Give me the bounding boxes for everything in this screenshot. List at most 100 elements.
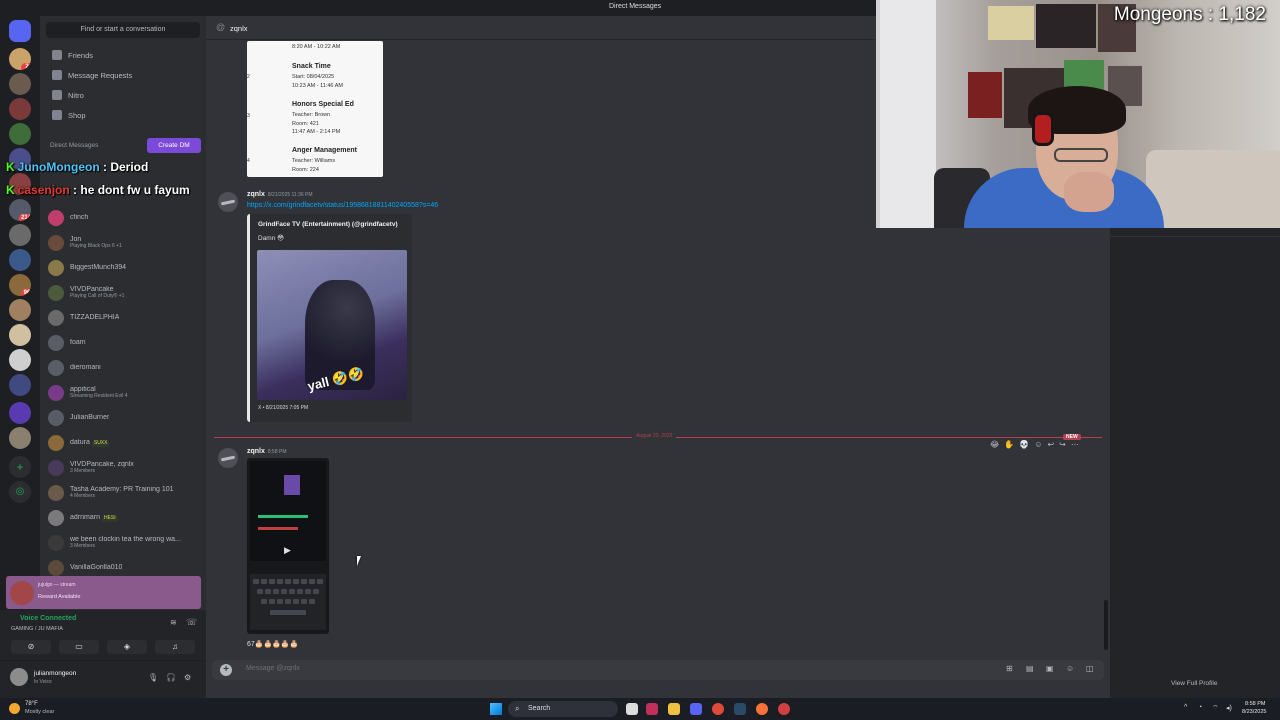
server-icon[interactable] [9, 123, 31, 145]
clock-date[interactable]: 8/23/2025 [1242, 709, 1266, 715]
message-author[interactable]: zqnlx 8:58 PM [247, 448, 287, 455]
nav-friends[interactable]: Friends [46, 46, 200, 64]
message-author[interactable]: zqnlx 8/21/2025 11:36 PM [247, 191, 313, 198]
nav-message-requests[interactable]: Message Requests [46, 66, 200, 84]
dm-item[interactable]: foam [48, 332, 200, 354]
weather-desc[interactable]: Mostly clear [25, 709, 54, 715]
view-full-profile-link[interactable]: View Full Profile [1171, 680, 1217, 687]
divider-date: August 23, 2025 [632, 433, 677, 439]
user-name[interactable]: julianmongeon [34, 670, 76, 677]
volume-icon[interactable]: ◂) [1226, 704, 1232, 712]
nav-shop[interactable]: Shop [46, 106, 200, 124]
react-emoji-icon[interactable]: 😂 [990, 440, 999, 449]
dm-item[interactable]: Tasha Academy: PR Training 101 4 Members [48, 482, 200, 504]
server-icon[interactable] [9, 349, 31, 371]
message-input[interactable]: Message @zqnlx [246, 665, 300, 672]
nav-nitro[interactable]: Nitro [46, 86, 200, 104]
screen-share-button[interactable]: ▭ [59, 640, 99, 654]
dm-item[interactable]: dieromani [48, 357, 200, 379]
task-view-icon[interactable] [626, 703, 638, 715]
avatar[interactable] [218, 192, 238, 212]
dm-item[interactable]: datura SUXX [48, 432, 200, 454]
phone-screenshot-image[interactable]: ▶ [247, 458, 329, 634]
dm-item[interactable]: Jon Playing Black Ops 6 +1 [48, 232, 200, 254]
dm-item[interactable]: cfinch [48, 207, 200, 229]
apps-icon[interactable]: ◫ [1086, 664, 1094, 673]
app-icon[interactable] [646, 703, 658, 715]
server-icon[interactable] [9, 402, 31, 424]
wifi-icon[interactable]: ⌔ [1212, 704, 1219, 713]
embed-video-thumbnail[interactable]: yall 🤣🤣 [257, 250, 407, 400]
soundboard-button[interactable]: ♫ [155, 640, 195, 654]
chat-scrollbar[interactable] [1104, 600, 1108, 650]
dm-item[interactable]: appitical Streaming Resident Evil 4 [48, 382, 200, 404]
server-icon[interactable] [9, 324, 31, 346]
dm-item[interactable]: VIVDPancake, zqnlx 3 Members [48, 457, 200, 479]
server-icon[interactable]: 2 [9, 48, 31, 70]
dm-item[interactable]: adrnmarn HESI [48, 507, 200, 529]
microphone-icon[interactable]: 🎙 [148, 673, 158, 682]
avatar [48, 235, 64, 251]
server-icon[interactable] [9, 224, 31, 246]
voice-status[interactable]: Voice Connected [20, 615, 76, 622]
more-icon[interactable]: ⋯ [1071, 440, 1079, 449]
activity-button[interactable]: ◈ [107, 640, 147, 654]
camera-button[interactable]: ⊘ [11, 640, 51, 654]
sticker-icon[interactable]: ▣ [1046, 664, 1054, 673]
server-icon[interactable] [9, 73, 31, 95]
stream-reward-card[interactable]: jujulgo — stream Reward Available [6, 576, 201, 609]
chrome-icon[interactable] [712, 703, 724, 715]
create-dm-button[interactable]: Create DM [147, 138, 201, 153]
steam-icon[interactable] [734, 703, 746, 715]
server-icon[interactable] [9, 299, 31, 321]
weather-temp[interactable]: 78°F [25, 701, 38, 707]
server-icon[interactable]: 214 [9, 199, 31, 221]
avatar [48, 485, 64, 501]
message-composer[interactable]: + Message @zqnlx ⊞ ▤ ▣ ☺ ◫ [212, 660, 1104, 680]
react-emoji-icon[interactable]: ✋ [1004, 440, 1014, 449]
discord-taskbar-icon[interactable] [690, 703, 702, 715]
add-reaction-icon[interactable]: ☺ [1034, 440, 1042, 449]
network-icon[interactable]: ◔ [1198, 704, 1202, 711]
server-icon[interactable] [9, 98, 31, 120]
embed-title[interactable]: GrindFace TV (Entertainment) (@grindface… [258, 221, 398, 228]
gear-icon[interactable]: ⚙ [184, 673, 191, 682]
emoji-icon[interactable]: ☺ [1066, 664, 1074, 673]
discord-home-icon[interactable] [9, 20, 31, 42]
disconnect-icon[interactable]: ☏ [186, 617, 197, 628]
server-icon[interactable] [9, 374, 31, 396]
avatar[interactable] [218, 448, 238, 468]
recipient-name[interactable]: zqnlx [230, 24, 248, 33]
file-explorer-icon[interactable] [668, 703, 680, 715]
gift-icon[interactable]: ⊞ [1006, 664, 1013, 673]
reply-icon[interactable]: ↩ [1047, 440, 1054, 449]
gif-icon[interactable]: ▤ [1026, 664, 1034, 673]
chevron-up-icon[interactable]: ^ [1184, 704, 1187, 711]
weather-icon[interactable] [9, 703, 20, 714]
start-icon[interactable] [490, 703, 502, 715]
voice-channel[interactable]: GAMING / JU MAFIA [11, 626, 63, 632]
server-icon[interactable] [9, 427, 31, 449]
taskbar-search[interactable]: ⌕ Search [508, 701, 618, 717]
forward-icon[interactable]: ↪ [1059, 440, 1066, 449]
clock-time[interactable]: 8:58 PM [1245, 701, 1265, 707]
dm-item[interactable]: TIZZADELPHIA [48, 307, 200, 329]
dm-item[interactable]: JulianBurner [48, 407, 200, 429]
dm-item[interactable]: BiggestMunch394 [48, 257, 200, 279]
add-server-icon[interactable]: + [9, 456, 31, 478]
schedule-image[interactable]: 8:20 AM - 10:22 AM 2 Snack Time Start: 08… [247, 41, 383, 177]
attach-icon[interactable]: + [220, 664, 232, 676]
app-icon[interactable] [778, 703, 790, 715]
dm-item[interactable]: we been clockin tea the wrong wa... 3 Mem… [48, 532, 200, 554]
noise-suppression-icon[interactable]: ≋ [170, 618, 177, 627]
discover-icon[interactable]: ◎ [9, 481, 31, 503]
server-icon[interactable]: 96 [9, 274, 31, 296]
dm-item[interactable]: VIVDPancake Playing Call of Duty® +1 [48, 282, 200, 304]
find-conversation-button[interactable]: Find or start a conversation [46, 22, 200, 38]
react-emoji-icon[interactable]: 💀 [1019, 440, 1029, 449]
headphones-icon[interactable]: 🎧 [166, 673, 176, 682]
firefox-icon[interactable] [756, 703, 768, 715]
message-link[interactable]: https://x.com/grindfacetv/status/1958681… [247, 202, 438, 209]
server-icon[interactable] [9, 249, 31, 271]
avatar[interactable] [10, 668, 28, 686]
